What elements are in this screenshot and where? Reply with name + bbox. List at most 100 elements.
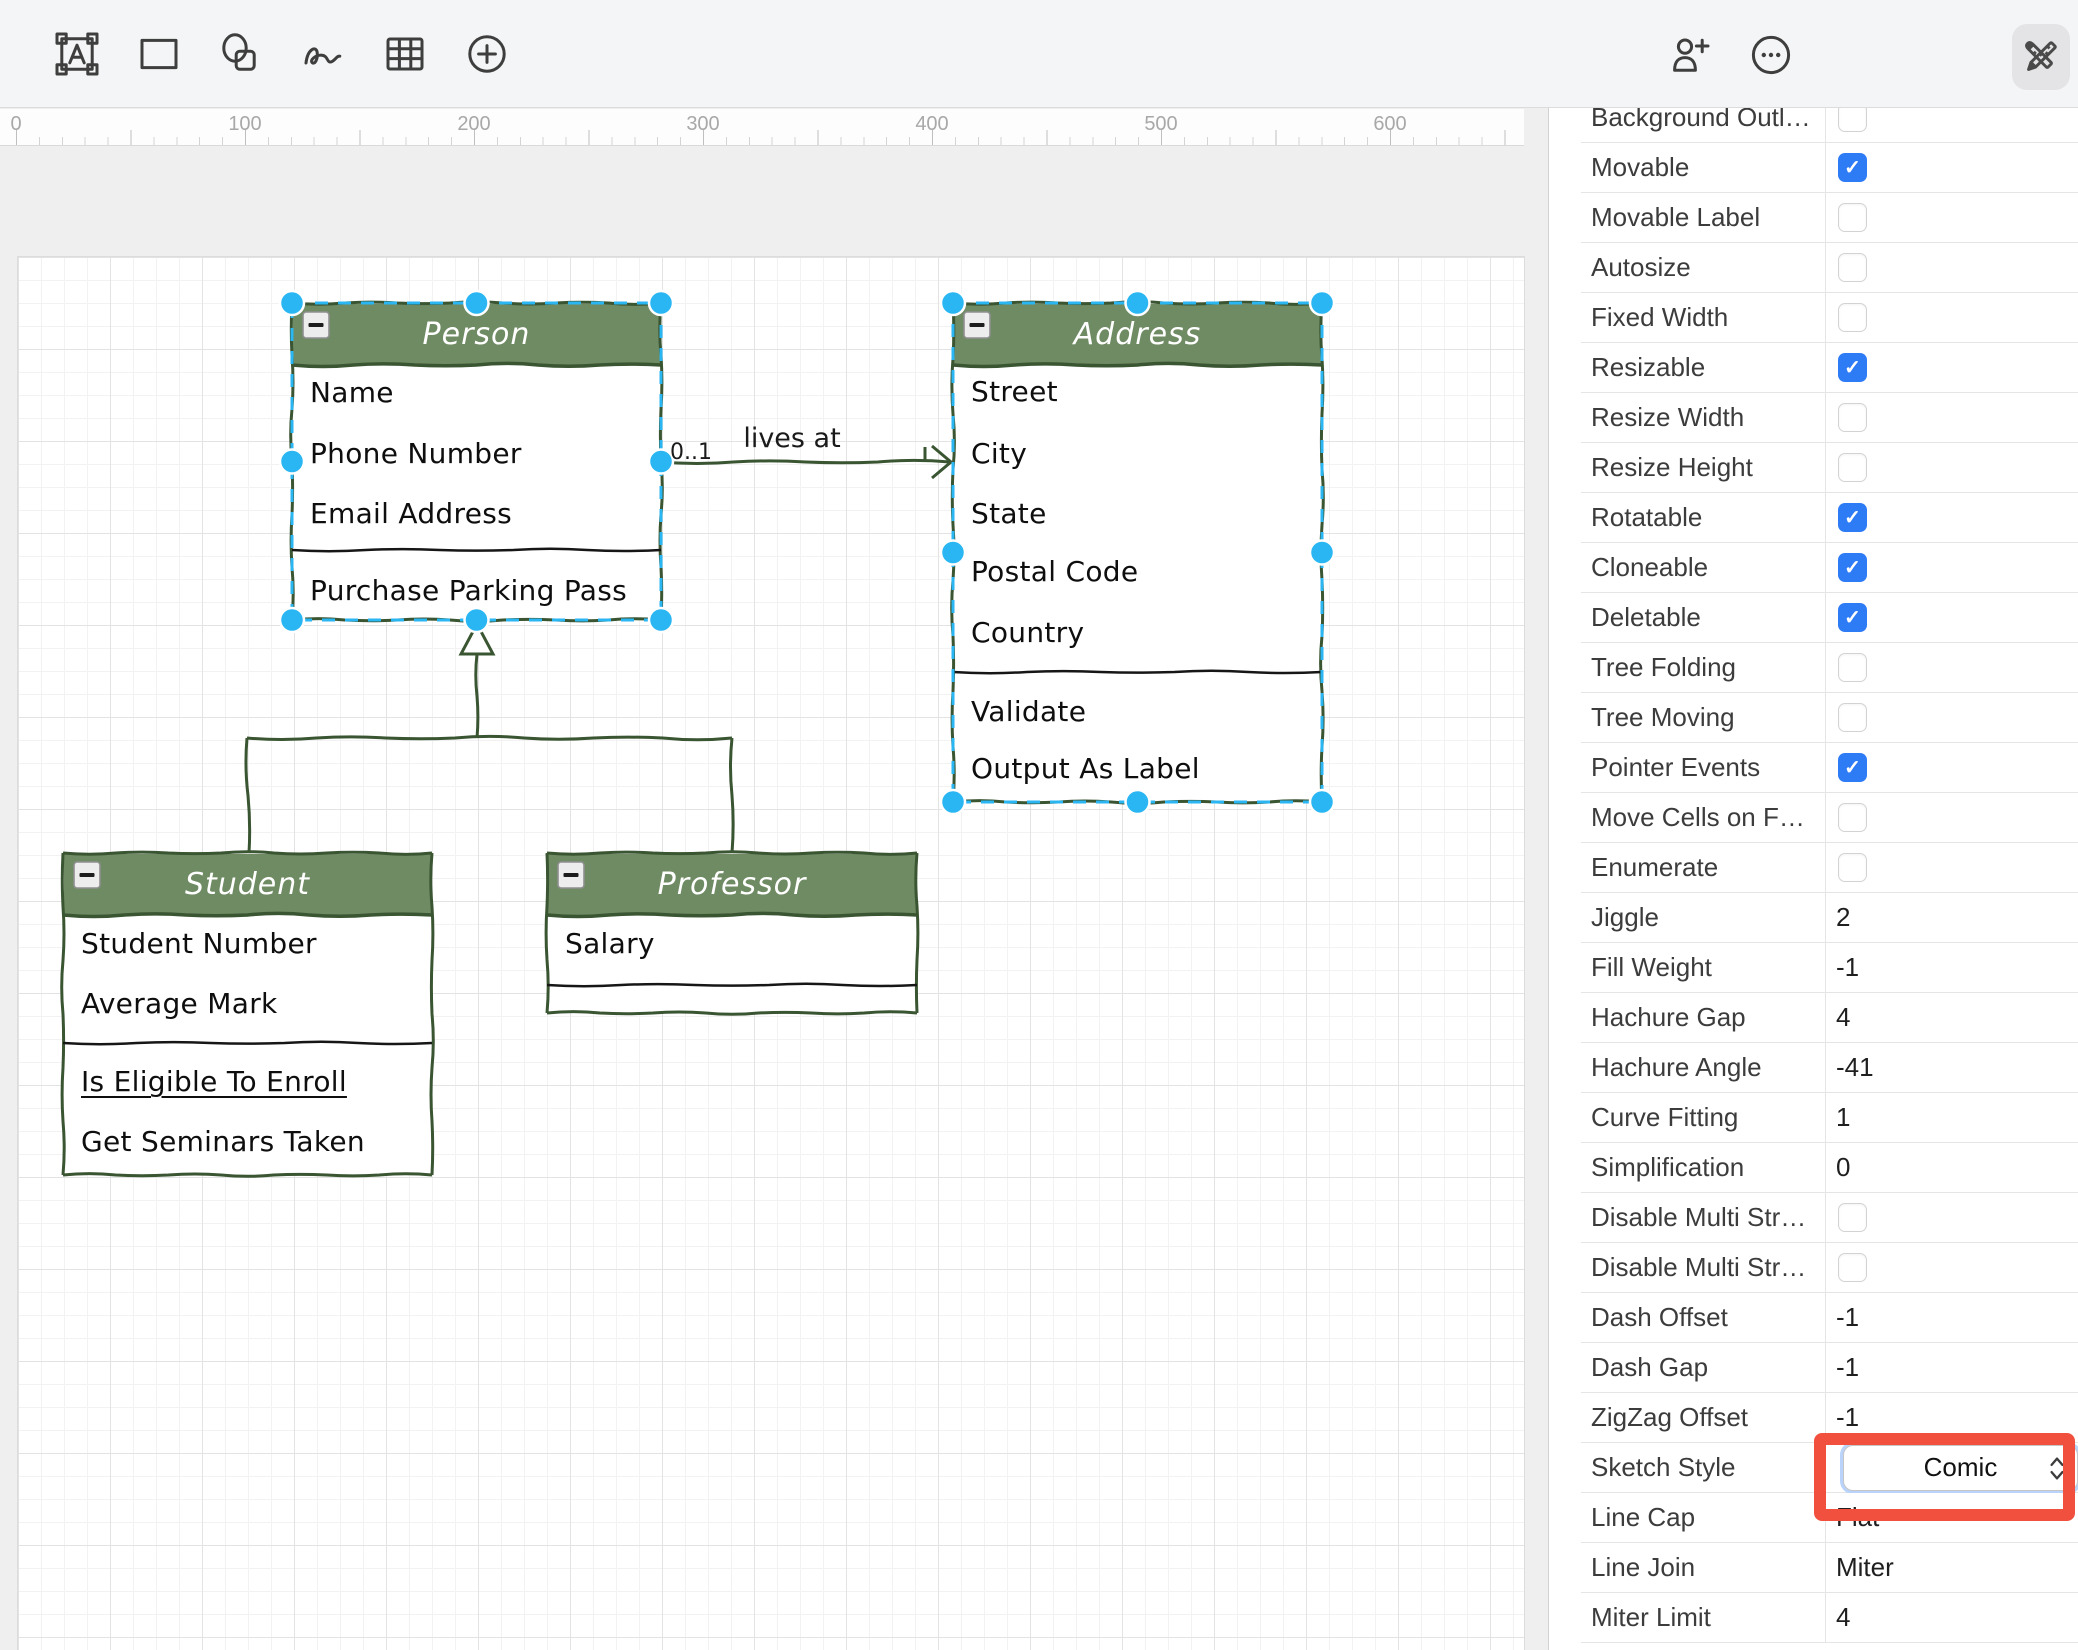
checkbox[interactable] (1838, 203, 1867, 232)
property-value-cell (1825, 693, 2078, 742)
selection-handle[interactable] (465, 608, 489, 632)
sketch-style-select[interactable]: Comic (1843, 1445, 2078, 1491)
checkbox[interactable] (1838, 303, 1867, 332)
property-row: Resize Height (1581, 443, 2078, 493)
minus-icon (970, 323, 985, 327)
property-value-cell (1825, 1243, 2078, 1292)
insert-tool-button[interactable] (458, 25, 516, 83)
checkbox[interactable]: ✓ (1838, 503, 1867, 532)
minus-icon (80, 873, 95, 877)
property-value[interactable]: -1 (1836, 1302, 1859, 1333)
selection-handle[interactable] (1310, 790, 1334, 814)
property-value-cell (1825, 193, 2078, 242)
property-value[interactable]: 2 (1836, 902, 1850, 933)
property-row: Line Join Miter (1581, 1543, 2078, 1593)
checkbox[interactable]: ✓ (1838, 353, 1867, 382)
selection-handle[interactable] (649, 291, 673, 315)
ruler-label: 400 (915, 113, 948, 136)
property-label: ZigZag Offset (1581, 1402, 1825, 1433)
property-row: Autosize (1581, 243, 2078, 293)
collapse-button[interactable] (964, 312, 990, 338)
selection-handle[interactable] (1126, 291, 1150, 315)
property-label: Movable (1581, 152, 1825, 183)
property-value[interactable]: -41 (1836, 1052, 1874, 1083)
selection-handle[interactable] (941, 291, 965, 315)
selection-handle[interactable] (1310, 291, 1334, 315)
property-value[interactable]: 0 (1836, 1152, 1850, 1183)
ruler-label: 0 (10, 113, 21, 136)
property-value[interactable]: -1 (1836, 1402, 1859, 1433)
uml-class[interactable] (952, 302, 1324, 804)
property-value-cell (1825, 643, 2078, 692)
checkbox[interactable]: ✓ (1838, 753, 1867, 782)
property-value-cell (1825, 793, 2078, 842)
selection-handle[interactable] (649, 450, 673, 474)
property-label: Hachure Angle (1581, 1052, 1825, 1083)
collapse-button[interactable] (558, 862, 584, 888)
freehand-tool-button[interactable] (294, 25, 352, 83)
property-row: Enumerate (1581, 843, 2078, 893)
checkbox[interactable] (1838, 653, 1867, 682)
generalization-edge[interactable] (246, 624, 733, 853)
diagram-canvas[interactable]: PersonNamePhone NumberEmail AddressPurch… (18, 257, 1524, 1650)
table-tool-button[interactable] (376, 25, 434, 83)
rectangle-tool-button[interactable] (130, 25, 188, 83)
association-edge[interactable] (661, 446, 951, 478)
property-label: Rotatable (1581, 502, 1825, 533)
checkbox[interactable] (1838, 1253, 1867, 1282)
selection-handle[interactable] (280, 608, 304, 632)
checkbox[interactable] (1838, 1203, 1867, 1232)
selection-handle[interactable] (1310, 541, 1334, 565)
uml-class[interactable] (291, 302, 663, 622)
checkbox[interactable]: ✓ (1838, 153, 1867, 182)
property-value-cell (1825, 393, 2078, 442)
property-value-cell: Miter (1825, 1543, 2078, 1592)
collapse-button[interactable] (303, 312, 329, 338)
property-value[interactable]: 4 (1836, 1002, 1850, 1033)
property-value-cell: ✓ (1825, 543, 2078, 592)
selection-handle[interactable] (280, 450, 304, 474)
property-label: Autosize (1581, 252, 1825, 283)
checkbox[interactable] (1838, 853, 1867, 882)
more-options-button[interactable] (1742, 26, 1800, 84)
selection-handle[interactable] (280, 291, 304, 315)
property-value[interactable]: -1 (1836, 952, 1859, 983)
checkbox[interactable] (1838, 803, 1867, 832)
selection-handle[interactable] (941, 541, 965, 565)
property-label: Tree Moving (1581, 702, 1825, 733)
property-row: Dash Gap-1 (1581, 1343, 2078, 1393)
text-icon (53, 30, 101, 78)
uml-class[interactable] (546, 852, 918, 1015)
property-value[interactable]: 1 (1836, 1102, 1850, 1133)
checkbox[interactable]: ✓ (1838, 603, 1867, 632)
checkbox[interactable] (1838, 403, 1867, 432)
selection-handle[interactable] (649, 608, 673, 632)
property-value[interactable]: -1 (1836, 1352, 1859, 1383)
checkbox[interactable] (1838, 253, 1867, 282)
shapes-tool-button[interactable] (212, 25, 270, 83)
selection-handle[interactable] (1126, 790, 1150, 814)
property-label: Enumerate (1581, 852, 1825, 883)
ruler-label: 200 (457, 113, 490, 136)
property-value-cell: 4 (1825, 993, 2078, 1042)
select-value: Comic (1844, 1452, 2077, 1483)
add-collaborator-button[interactable] (1660, 26, 1718, 84)
collapse-button[interactable] (74, 862, 100, 888)
checkbox[interactable] (1838, 703, 1867, 732)
checkbox[interactable] (1838, 108, 1867, 132)
uml-class[interactable] (62, 852, 434, 1177)
diagram-scene (18, 257, 1524, 1650)
property-value[interactable]: Flat (1836, 1502, 1879, 1533)
selection-handle[interactable] (941, 790, 965, 814)
property-value-cell: -1 (1825, 1293, 2078, 1342)
checkbox[interactable]: ✓ (1838, 553, 1867, 582)
checkbox[interactable] (1838, 453, 1867, 482)
property-value[interactable]: Miter (1836, 1552, 1894, 1583)
property-label: Line Join (1581, 1552, 1825, 1583)
sketch-mode-button[interactable] (2012, 24, 2070, 90)
property-row: ZigZag Offset -1 (1581, 1393, 2078, 1443)
text-tool-button[interactable] (48, 25, 106, 83)
minus-icon (564, 873, 579, 877)
selection-handle[interactable] (465, 291, 489, 315)
property-value[interactable]: 4 (1836, 1602, 1850, 1633)
